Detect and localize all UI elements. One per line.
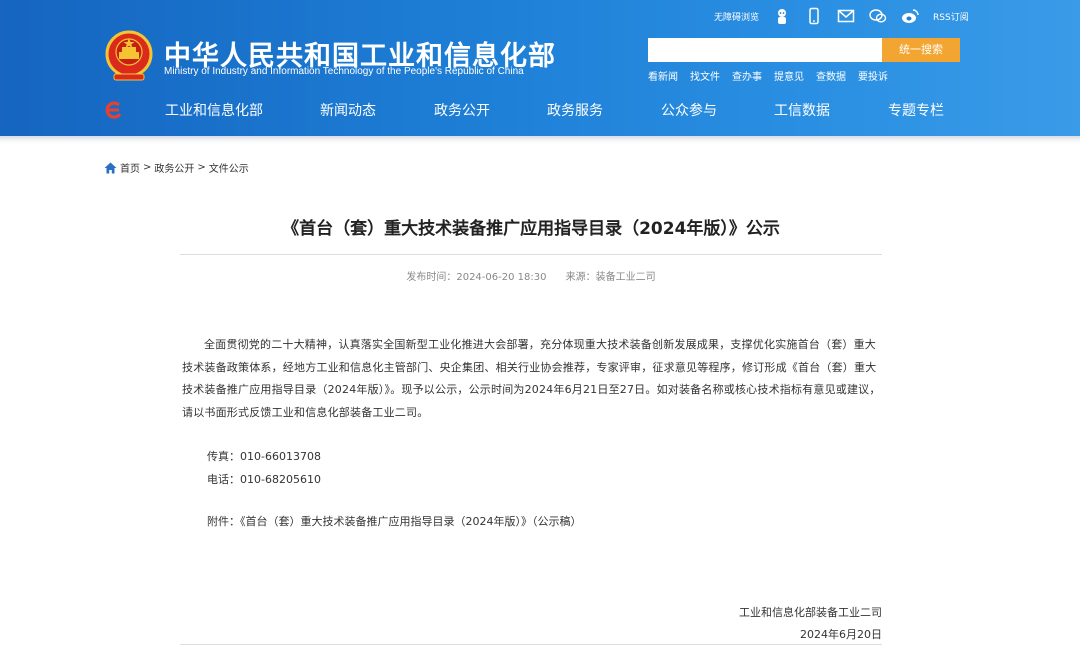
national-emblem-icon[interactable]	[104, 30, 154, 82]
breadcrumb-gov-affairs[interactable]: 政务公开	[154, 160, 194, 175]
main-nav: 工业和信息化部 新闻动态 政务公开 政务服务 公众参与 工信数据 专题专栏	[104, 96, 960, 124]
site-logo-icon[interactable]	[104, 98, 124, 122]
wechat-icon[interactable]	[869, 7, 887, 25]
home-icon	[104, 162, 117, 173]
nav-item-participation[interactable]: 公众参与	[661, 100, 717, 120]
bottom-divider	[180, 644, 882, 645]
header-shadow	[0, 136, 1080, 144]
article-source: 来源：装备工业二司	[565, 272, 656, 283]
breadcrumb-home[interactable]: 首页	[120, 160, 140, 175]
nav-item-news[interactable]: 新闻动态	[320, 100, 376, 120]
nav-item-gov-affairs[interactable]: 政务公开	[434, 100, 490, 120]
site-subtitle-en: Ministry of Industry and Information Tec…	[164, 66, 524, 77]
signature-date: 2024年6月20日	[800, 628, 882, 641]
site-header: 中华人民共和国工业和信息化部 Ministry of Industry and …	[0, 0, 1080, 136]
breadcrumb-file-notice[interactable]: 文件公示	[209, 160, 249, 175]
mascot-icon[interactable]	[773, 7, 791, 25]
search-input[interactable]	[648, 38, 882, 62]
accessibility-link[interactable]: 无障碍浏览	[714, 10, 759, 23]
nav-item-ministry[interactable]: 工业和信息化部	[165, 100, 263, 120]
rss-link[interactable]: RSS订阅	[933, 10, 969, 23]
quick-link-news[interactable]: 看新闻	[648, 68, 678, 83]
publish-time: 发布时间：2024-06-20 18:30	[406, 272, 547, 283]
nav-item-data[interactable]: 工信数据	[774, 100, 830, 120]
weibo-icon[interactable]	[901, 7, 919, 25]
attachment-link[interactable]: 附件：《首台（套）重大技术装备推广应用指导目录（2024年版）》（公示稿）	[207, 513, 582, 529]
phone-number: 电话：010-68205610	[207, 473, 321, 486]
breadcrumb-separator: >	[197, 162, 206, 173]
title-divider	[180, 254, 882, 255]
fax-number: 传真：010-66013708	[207, 450, 321, 463]
breadcrumb: 首页 > 政务公开 > 文件公示	[104, 160, 249, 175]
nav-item-gov-services[interactable]: 政务服务	[547, 100, 603, 120]
article-meta: 发布时间：2024-06-20 18:30 来源：装备工业二司	[180, 268, 882, 283]
mail-icon[interactable]	[837, 7, 855, 25]
mobile-icon[interactable]	[805, 7, 823, 25]
breadcrumb-separator: >	[143, 162, 152, 173]
quick-link-data[interactable]: 查数据	[816, 68, 846, 83]
quick-link-feedback[interactable]: 提意见	[774, 68, 804, 83]
nav-item-topics[interactable]: 专题专栏	[888, 100, 944, 120]
quick-link-services[interactable]: 查办事	[732, 68, 762, 83]
quick-link-files[interactable]: 找文件	[690, 68, 720, 83]
article-title: 《首台（套）重大技术装备推广应用指导目录（2024年版）》公示	[282, 219, 780, 239]
search-button[interactable]: 统一搜索	[882, 38, 960, 62]
quick-links: 看新闻 找文件 查办事 提意见 查数据 要投诉	[648, 68, 888, 83]
quick-link-complaint[interactable]: 要投诉	[858, 68, 888, 83]
signature-org: 工业和信息化部装备工业二司	[739, 606, 882, 619]
article-body: 全面贯彻党的二十大精神，认真落实全国新型工业化推进大会部署，充分体现重大技术装备…	[182, 338, 881, 419]
top-links-bar: 无障碍浏览 RSS订阅	[714, 6, 969, 26]
